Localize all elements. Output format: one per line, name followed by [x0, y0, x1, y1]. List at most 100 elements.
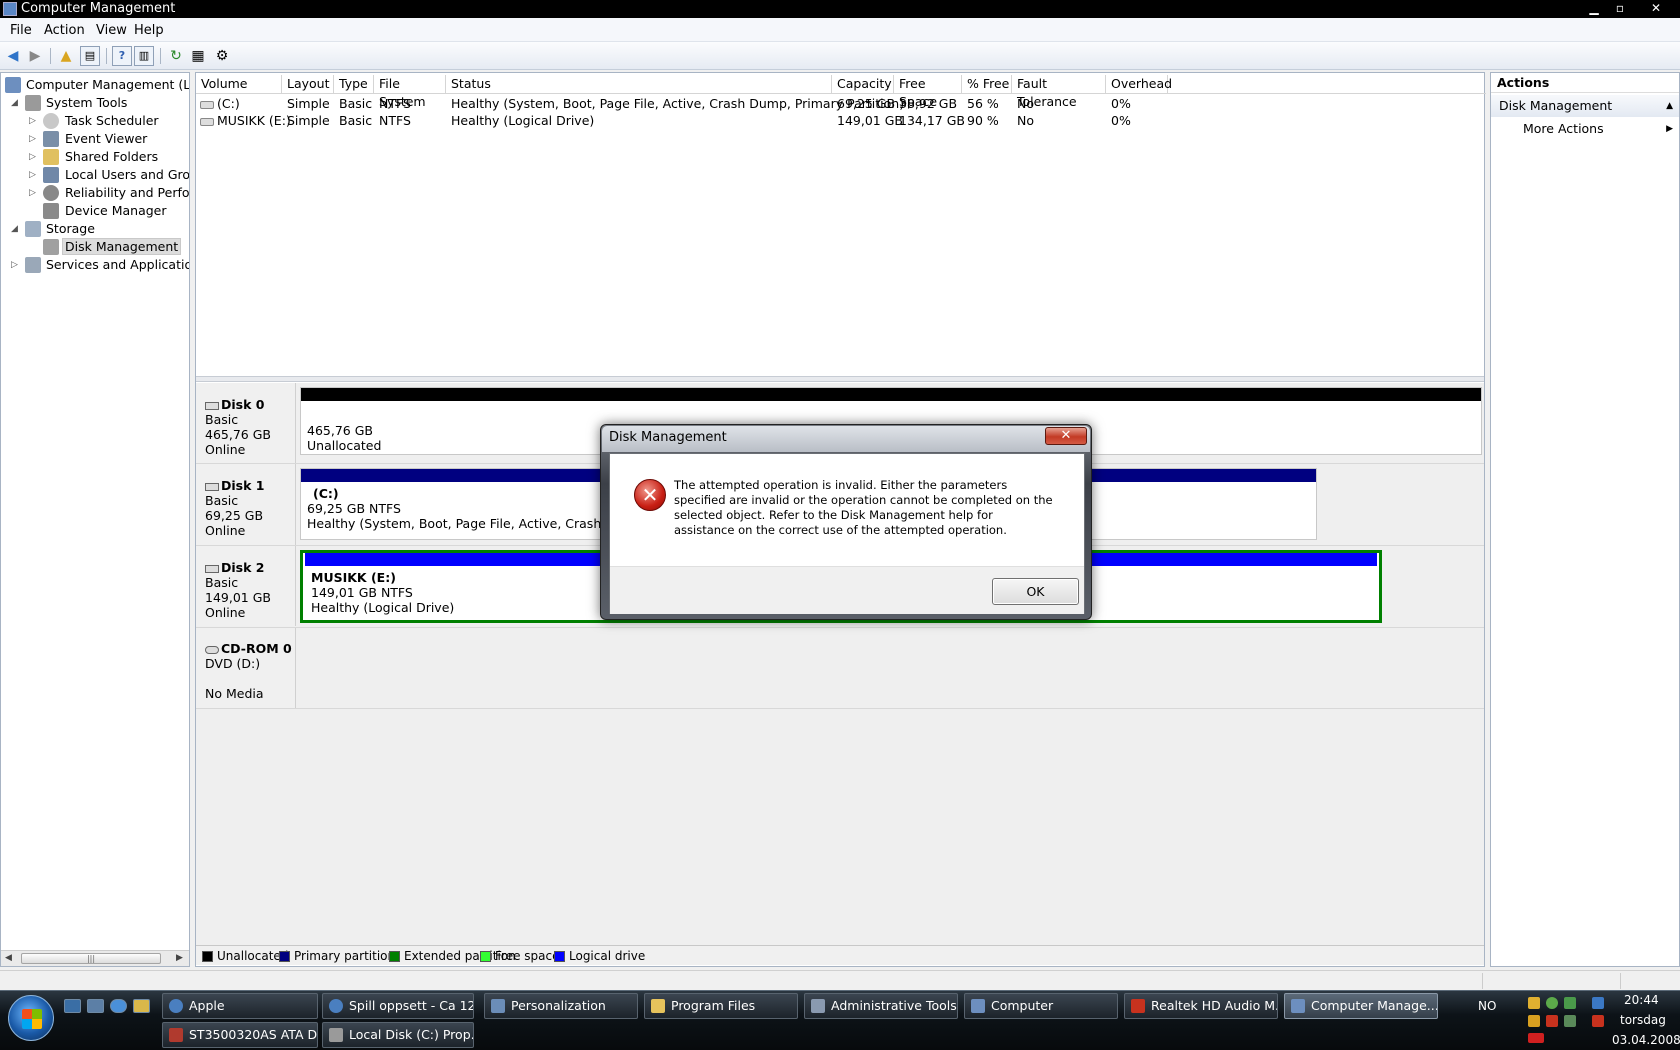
column-status[interactable]: Status	[446, 75, 832, 94]
disk-size: 69,25 GB	[205, 508, 264, 523]
error-icon: ✕	[634, 479, 666, 511]
taskbar-button-personalization[interactable]: Personalization	[484, 993, 638, 1019]
tray-app-icon[interactable]	[1564, 1015, 1576, 1027]
tray-app-icon[interactable]	[1528, 1015, 1540, 1027]
disk-0-label[interactable]: Disk 0 Basic 465,76 GB Online	[196, 383, 296, 463]
table-row[interactable]: (C:) Simple Basic NTFS Healthy (System, …	[196, 95, 1486, 112]
clock-date[interactable]: 03.04.2008	[1612, 1033, 1680, 1047]
expand-arrow-icon[interactable]: ▷	[11, 258, 21, 272]
volume-cell: MUSIKK (E:)	[200, 112, 291, 129]
menu-view[interactable]: View	[96, 23, 127, 38]
taskbar-button-st3500320as[interactable]: ST3500320AS ATA D...	[162, 1022, 318, 1048]
network-icon[interactable]	[1564, 997, 1576, 1009]
more-actions-item[interactable]: More Actions ▶	[1491, 119, 1679, 139]
close-button[interactable]: ✕	[1644, 0, 1668, 16]
quick-launch-icon[interactable]	[133, 999, 150, 1013]
maximize-button[interactable]: ▫	[1608, 0, 1632, 16]
partition-size: 69,25 GB NTFS	[307, 501, 401, 516]
up-folder-icon[interactable]: ▲	[56, 46, 76, 66]
properties-icon[interactable]: ▦	[188, 46, 208, 66]
column-percent-free[interactable]: % Free	[962, 75, 1012, 94]
monitor-icon[interactable]	[1592, 997, 1604, 1009]
taskbar-button-computer[interactable]: Computer	[964, 993, 1118, 1019]
clock-time[interactable]: 20:44	[1624, 993, 1659, 1007]
legend-swatch-logical	[554, 951, 565, 962]
ok-button[interactable]: OK	[992, 578, 1079, 605]
help-icon[interactable]: ?	[112, 46, 132, 66]
collapse-up-icon[interactable]: ▲	[1666, 95, 1673, 117]
collapse-arrow-icon[interactable]: ◢	[11, 222, 21, 236]
forward-arrow-icon[interactable]: ▶	[25, 46, 45, 66]
menu-help[interactable]: Help	[134, 23, 164, 38]
disk-icon	[205, 564, 219, 573]
start-button[interactable]	[8, 995, 54, 1041]
layout-cell: Simple	[287, 96, 330, 111]
expand-arrow-icon[interactable]: ▷	[29, 168, 39, 182]
table-row[interactable]: MUSIKK (E:) Simple Basic NTFS Healthy (L…	[196, 112, 1486, 129]
taskbar-button-local-disk[interactable]: Local Disk (C:) Prop...	[322, 1022, 474, 1048]
disk-size	[205, 671, 295, 686]
scrollbar-thumb[interactable]: |||	[21, 953, 161, 964]
volume-muted-icon[interactable]	[1592, 1015, 1604, 1027]
task-label: ST3500320AS ATA D...	[189, 1027, 318, 1042]
show-desktop-icon[interactable]	[64, 999, 81, 1013]
scroll-left-arrow-icon[interactable]: ◀	[5, 953, 12, 963]
minimize-button[interactable]: ▁	[1582, 0, 1606, 16]
scroll-right-arrow-icon[interactable]: ▶	[176, 953, 183, 963]
column-type[interactable]: Type	[334, 75, 374, 94]
speaker-icon[interactable]	[1546, 1015, 1558, 1027]
actions-section-disk-management[interactable]: Disk Management ▲	[1491, 95, 1679, 117]
taskbar-button-administrative-tools[interactable]: Administrative Tools	[804, 993, 958, 1019]
expand-arrow-icon[interactable]: ▷	[29, 150, 39, 164]
taskbar-button-realtek[interactable]: Realtek HD Audio M...	[1124, 993, 1278, 1019]
expand-arrow-icon[interactable]: ▷	[29, 186, 39, 200]
expand-arrow-icon[interactable]: ▷	[29, 132, 39, 146]
column-fault-tolerance[interactable]: Fault Tolerance	[1012, 75, 1106, 109]
column-overhead[interactable]: Overhead	[1106, 75, 1172, 94]
internet-explorer-icon[interactable]	[110, 999, 127, 1013]
taskbar-button-apple[interactable]: Apple	[162, 993, 318, 1019]
taskbar-button-program-files[interactable]: Program Files	[644, 993, 798, 1019]
column-free-space[interactable]: Free Space	[894, 75, 962, 109]
tree-item-label: Task Scheduler	[65, 113, 159, 128]
pane-splitter[interactable]	[196, 376, 1484, 382]
ati-icon[interactable]	[1528, 1033, 1544, 1043]
disk-type: Basic	[205, 412, 239, 427]
security-shield-icon[interactable]	[1528, 997, 1540, 1009]
column-file-system[interactable]: File System	[374, 75, 446, 109]
computer-icon	[5, 77, 21, 93]
language-indicator[interactable]: NO	[1478, 999, 1496, 1013]
column-volume[interactable]: Volume	[196, 75, 282, 94]
taskbar-button-spill-oppsett[interactable]: Spill oppsett - Ca 12...	[322, 993, 474, 1019]
capacity-cell: 149,01 GB	[837, 113, 903, 128]
task-label: Computer	[991, 998, 1054, 1013]
clock-day[interactable]: torsdag	[1620, 1013, 1666, 1027]
dialog-message: The attempted operation is invalid. Eith…	[674, 478, 1053, 537]
refresh-icon[interactable]: ↻	[166, 46, 186, 66]
messenger-icon[interactable]	[1546, 997, 1558, 1009]
back-arrow-icon[interactable]: ◀	[3, 46, 23, 66]
cdrom-0-label[interactable]: CD-ROM 0 DVD (D:) No Media	[196, 628, 296, 708]
legend-swatch-extended	[389, 951, 400, 962]
legend-swatch-unallocated	[202, 951, 213, 962]
disk-2-label[interactable]: Disk 2 Basic 149,01 GB Online	[196, 546, 296, 626]
settings-icon[interactable]: ⚙	[212, 46, 232, 66]
partition-name: (C:)	[313, 486, 339, 501]
error-dialog: Disk Management ✕ ✕ The attempted operat…	[600, 424, 1092, 620]
windows-logo-icon	[22, 1019, 42, 1029]
tree-horizontal-scrollbar[interactable]: ◀ ||| ▶	[1, 950, 189, 966]
taskbar-button-computer-management[interactable]: Computer Manage...	[1284, 993, 1438, 1019]
disk-1-label[interactable]: Disk 1 Basic 69,25 GB Online	[196, 464, 296, 545]
switch-windows-icon[interactable]	[87, 999, 104, 1013]
show-hide-tree-icon[interactable]: ▤	[80, 46, 100, 66]
column-capacity[interactable]: Capacity	[832, 75, 894, 94]
column-layout[interactable]: Layout	[282, 75, 334, 94]
tree-item-label: Reliability and Performa	[65, 185, 190, 200]
menu-file[interactable]: File	[10, 23, 32, 38]
dialog-close-button[interactable]: ✕	[1045, 427, 1087, 445]
menu-action[interactable]: Action	[44, 23, 85, 38]
show-hide-action-pane-icon[interactable]: ▥	[134, 46, 154, 66]
collapse-arrow-icon[interactable]: ◢	[11, 96, 21, 110]
expand-arrow-icon[interactable]: ▷	[29, 114, 39, 128]
drive-icon	[200, 100, 214, 109]
